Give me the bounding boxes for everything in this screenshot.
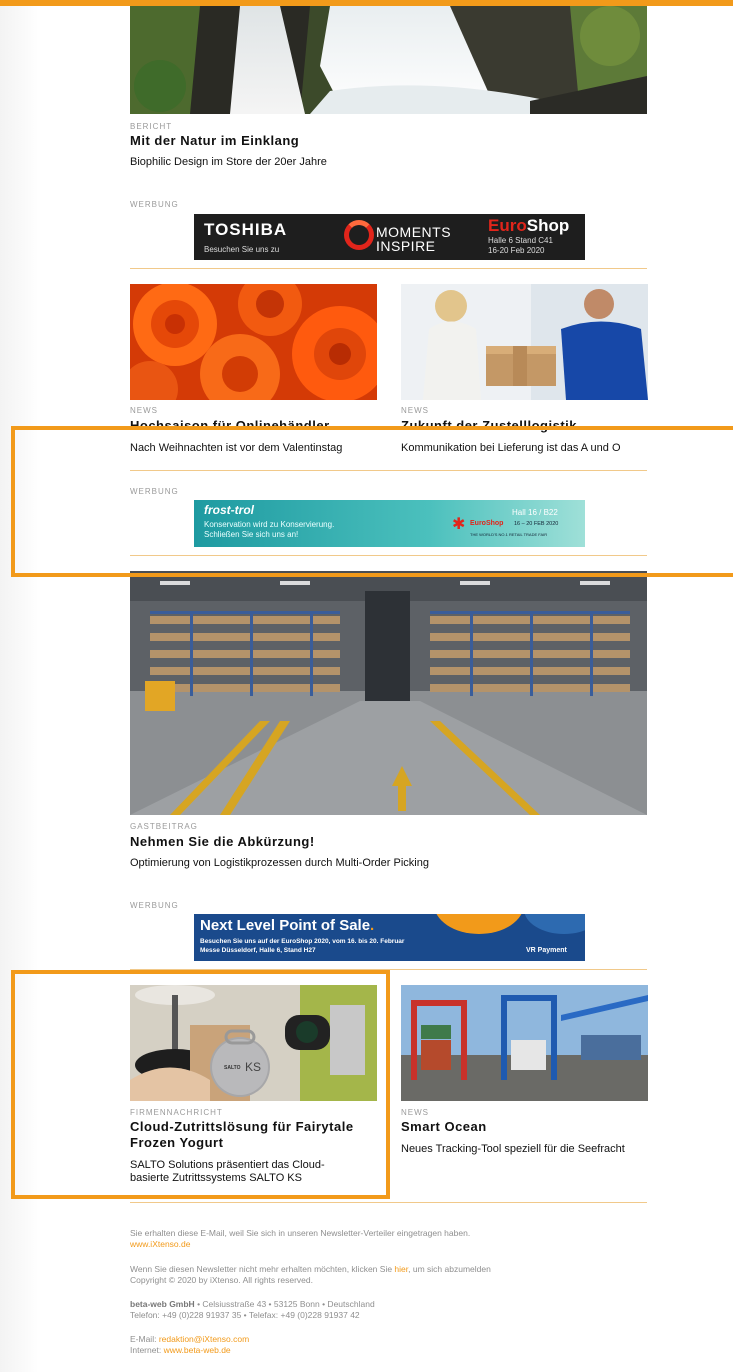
article-kicker: NEWS [130, 406, 158, 415]
salto-lock-image[interactable]: SALTO KS [130, 985, 377, 1101]
footer-site-link[interactable]: www.iXtenso.de [130, 1239, 190, 1250]
vr-payment-logo: VR Payment [526, 947, 567, 954]
footer-notice: Sie erhalten diese E-Mail, weil Sie sich… [130, 1228, 471, 1238]
vr-line2: Messe Düsseldorf, Halle 6, Stand H27 [200, 947, 316, 954]
article-subtitle: Neues Tracking-Tool speziell für die See… [401, 1143, 625, 1155]
vr-payment-ad-banner[interactable]: Next Level Point of Sale. Besuchen Sie u… [194, 914, 585, 961]
article-title-line1[interactable]: Cloud-Zutrittslösung für Fairytale [130, 1119, 354, 1135]
footer-address: beta-web GmbH • Celsiusstraße 43 • 53125… [130, 1299, 375, 1310]
article-kicker: GASTBEITRAG [130, 822, 198, 831]
vr-headline: Next Level Point of Sale. [200, 917, 374, 934]
salto-tag-brand: SALTO [224, 1065, 241, 1071]
footer-unsubscribe-b: , um sich abzumelden [408, 1264, 491, 1274]
footer-email-label: E-Mail: [130, 1334, 159, 1344]
roses-image[interactable] [130, 284, 377, 400]
footer-company: beta-web GmbH [130, 1299, 195, 1309]
vr-line1: Besuchen Sie uns auf der EuroShop 2020, … [200, 938, 405, 945]
article-title[interactable]: Mit der Natur im Einklang [130, 133, 299, 149]
footer-site-link-text[interactable]: www.iXtenso.de [130, 1239, 190, 1249]
article-title-line2[interactable]: Frozen Yogurt [130, 1135, 223, 1151]
vr-decor-circle [524, 914, 585, 934]
toshiba-tagline: Besuchen Sie uns zu [204, 245, 280, 254]
footer-email: E-Mail: redaktion@iXtenso.com [130, 1334, 249, 1345]
toshiba-ad-banner[interactable]: TOSHIBA Besuchen Sie uns zu MOMENTS INSP… [194, 214, 585, 260]
ad-label: WERBUNG [130, 200, 179, 209]
port-image[interactable] [401, 985, 648, 1101]
toshiba-logo: TOSHIBA [204, 220, 288, 239]
footer-address-text: • Celsiusstraße 43 • 53125 Bonn • Deutsc… [194, 1299, 375, 1309]
inspire-text: INSPIRE [376, 238, 436, 254]
euroshop-logo: EuroShop [488, 216, 569, 236]
section-divider [130, 268, 647, 269]
article-title[interactable]: Smart Ocean [401, 1119, 487, 1135]
euroshop-shop: Shop [526, 216, 570, 235]
moments-ring-icon [344, 220, 374, 250]
footer-phone: Telefon: +49 (0)228 91937 35 • Telefax: … [130, 1310, 360, 1320]
vr-headline-dot: . [370, 917, 375, 934]
article-subtitle-line2: basierte Zutrittssystems SALTO KS [130, 1172, 302, 1184]
article-subtitle: Biophilic Design im Store der 20er Jahre [130, 156, 327, 168]
toshiba-dates: 16-20 Feb 2020 [488, 246, 545, 255]
highlight-box-ad [11, 426, 733, 577]
footer-unsubscribe: Wenn Sie diesen Newsletter nicht mehr er… [130, 1264, 491, 1275]
warehouse-image[interactable] [130, 571, 647, 815]
article-kicker: FIRMENNACHRICHT [130, 1108, 223, 1117]
article-subtitle: Optimierung von Logistikprozessen durch … [130, 857, 429, 869]
vr-decor-circle [434, 914, 524, 934]
article-kicker: NEWS [401, 406, 429, 415]
footer-internet: Internet: www.beta-web.de [130, 1345, 231, 1356]
internet-link[interactable]: www.beta-web.de [164, 1345, 231, 1355]
footer-copyright: Copyright © 2020 by iXtenso. All rights … [130, 1275, 313, 1285]
article-title[interactable]: Nehmen Sie die Abkürzung! [130, 834, 315, 850]
waterfall-image[interactable] [130, 6, 647, 114]
section-divider [130, 1202, 647, 1203]
delivery-image[interactable] [401, 284, 648, 400]
email-link[interactable]: redaktion@iXtenso.com [159, 1334, 249, 1344]
salto-tag-model: KS [245, 1060, 262, 1074]
unsubscribe-link[interactable]: hier [394, 1264, 408, 1274]
footer-internet-label: Internet: [130, 1345, 164, 1355]
footer-unsubscribe-a: Wenn Sie diesen Newsletter nicht mehr er… [130, 1264, 395, 1274]
toshiba-hall: Halle 6 Stand C41 [488, 236, 553, 245]
article-kicker: BERICHT [130, 122, 173, 131]
euroshop-euro: Euro [488, 216, 527, 235]
article-kicker: NEWS [401, 1108, 429, 1117]
vr-headline-text: Next Level Point of Sale [200, 917, 371, 934]
article-subtitle-line1: SALTO Solutions präsentiert das Cloud- [130, 1159, 325, 1171]
ad-label: WERBUNG [130, 901, 179, 910]
